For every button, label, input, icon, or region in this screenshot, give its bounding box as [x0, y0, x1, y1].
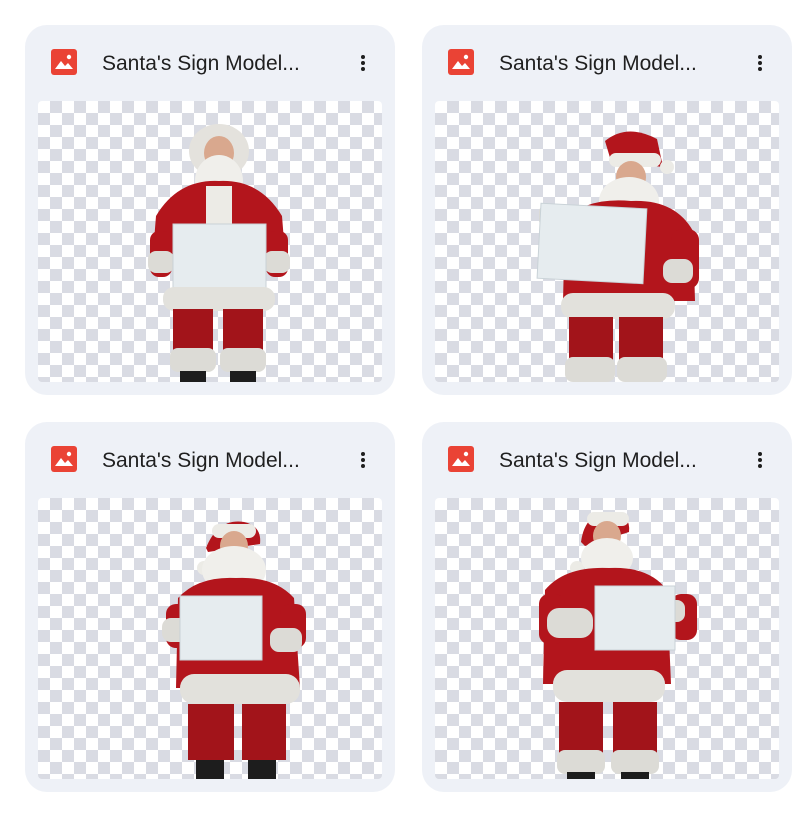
file-card-header: Santa's Sign Model...: [422, 422, 792, 498]
more-vert-icon: [758, 55, 762, 59]
file-card-header: Santa's Sign Model...: [422, 25, 792, 101]
more-vert-icon-dot: [758, 61, 762, 65]
santa-image: [536, 131, 699, 382]
image-file-icon: [51, 446, 77, 472]
more-vert-icon-dot: [361, 61, 365, 65]
file-thumbnail[interactable]: [38, 498, 382, 779]
more-vert-icon: [758, 452, 762, 456]
file-thumbnail[interactable]: [435, 101, 779, 382]
more-vert-icon-dot: [758, 464, 762, 468]
file-title[interactable]: Santa's Sign Model...: [499, 49, 721, 79]
file-title[interactable]: Santa's Sign Model...: [499, 446, 721, 476]
santa-image: [148, 124, 290, 382]
file-thumbnail[interactable]: [435, 498, 779, 779]
more-options-button[interactable]: [744, 444, 776, 476]
more-vert-icon-dot: [361, 458, 365, 462]
more-vert-icon: [361, 55, 365, 59]
file-card[interactable]: Santa's Sign Model...: [422, 422, 792, 792]
file-card-header: Santa's Sign Model...: [25, 422, 395, 498]
more-vert-icon: [361, 452, 365, 456]
file-card[interactable]: Santa's Sign Model...: [25, 25, 395, 395]
santa-image: [162, 521, 306, 779]
more-vert-icon-dot: [361, 464, 365, 468]
more-options-button[interactable]: [347, 444, 379, 476]
santa-image: [539, 512, 697, 779]
file-title[interactable]: Santa's Sign Model...: [102, 446, 324, 476]
image-file-icon: [51, 49, 77, 75]
more-vert-icon-dot: [361, 67, 365, 71]
image-file-icon: [448, 446, 474, 472]
file-title[interactable]: Santa's Sign Model...: [102, 49, 324, 79]
file-card[interactable]: Santa's Sign Model...: [422, 25, 792, 395]
file-thumbnail[interactable]: [38, 101, 382, 382]
image-file-icon: [448, 49, 474, 75]
more-options-button[interactable]: [347, 47, 379, 79]
more-vert-icon-dot: [758, 67, 762, 71]
file-grid: Santa's Sign Model... Santa's Sign Model…: [0, 0, 806, 826]
file-card[interactable]: Santa's Sign Model...: [25, 422, 395, 792]
more-options-button[interactable]: [744, 47, 776, 79]
more-vert-icon-dot: [758, 458, 762, 462]
file-card-header: Santa's Sign Model...: [25, 25, 395, 101]
